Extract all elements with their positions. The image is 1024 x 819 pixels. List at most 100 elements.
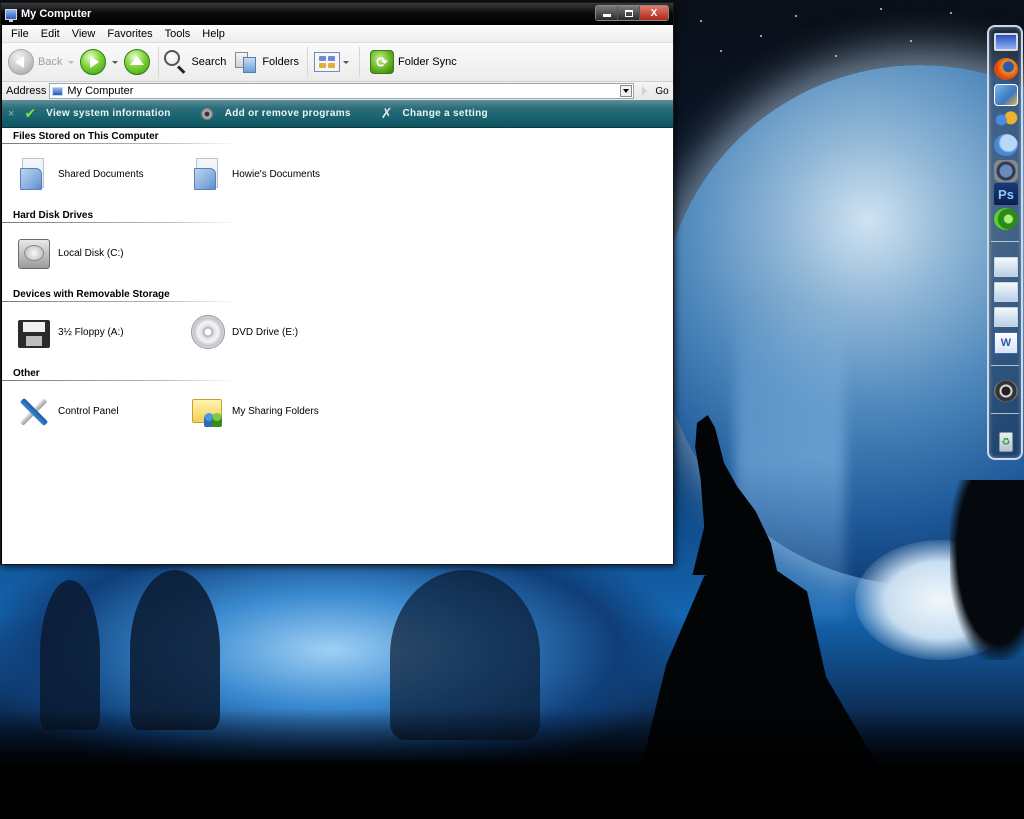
search-label: Search xyxy=(191,56,227,68)
folders-label: Folders xyxy=(262,56,300,68)
dvd-drive-icon xyxy=(190,314,226,350)
item-label: DVD Drive (E:) xyxy=(232,326,299,338)
tree xyxy=(130,570,220,730)
back-label: Back xyxy=(38,56,63,68)
group-header-other: Other xyxy=(13,368,40,379)
cd-icon xyxy=(200,107,213,120)
item-label: Local Disk (C:) xyxy=(58,247,124,259)
task-label: Add or remove programs xyxy=(224,108,351,119)
search-button[interactable]: Search xyxy=(163,49,226,75)
up-arrow-icon xyxy=(130,56,145,65)
system-tasks-bar: × ✔ View system information Add or remov… xyxy=(2,100,673,128)
folder-sync-icon: ⟳ xyxy=(370,50,395,74)
check-icon: ✔ xyxy=(24,105,37,121)
menu-help[interactable]: Help xyxy=(196,28,231,40)
folders-icon xyxy=(234,50,258,74)
dock-msn-messenger-icon[interactable] xyxy=(994,109,1018,131)
dock-music-documents-icon[interactable] xyxy=(994,282,1018,302)
minimize-button[interactable] xyxy=(596,6,618,20)
folders-button[interactable]: Folders xyxy=(234,50,299,74)
task-change-a-setting[interactable]: ✗ Change a setting xyxy=(381,105,488,122)
back-button[interactable]: Back xyxy=(8,49,62,75)
back-arrow-icon xyxy=(8,49,34,75)
title-bar[interactable]: My Computer X xyxy=(1,3,673,25)
go-button[interactable]: Go xyxy=(642,85,669,97)
folder-sync-button[interactable]: ⟳ Folder Sync xyxy=(370,50,457,74)
app-dock: Ps W ♻ xyxy=(987,25,1023,460)
views-button[interactable] xyxy=(314,52,355,72)
my-computer-window: My Computer X File Edit View Favorites T… xyxy=(0,2,674,565)
dock-drum-icon[interactable] xyxy=(994,160,1018,182)
dock-separator xyxy=(991,413,1019,414)
wrench-icon: ✗ xyxy=(380,105,393,121)
dock-green-app-icon[interactable] xyxy=(994,208,1018,230)
address-input[interactable]: My Computer xyxy=(49,83,635,99)
dock-recycle-bin-icon[interactable]: ♻ xyxy=(999,432,1013,452)
toolbar-separator xyxy=(158,47,160,77)
grass-silhouette xyxy=(0,709,1024,819)
item-label: Shared Documents xyxy=(58,168,144,180)
window-title: My Computer xyxy=(21,8,92,20)
task-label: Change a setting xyxy=(402,108,488,119)
item-dvd-drive-e[interactable]: DVD Drive (E:) xyxy=(190,314,298,350)
menu-bar: File Edit View Favorites Tools Help xyxy=(2,25,673,43)
back-history-dropdown[interactable] xyxy=(68,60,75,64)
toolbar-separator xyxy=(307,47,309,77)
address-dropdown-button[interactable] xyxy=(620,85,633,97)
dock-pictures-documents-icon[interactable] xyxy=(994,307,1018,327)
item-label: My Sharing Folders xyxy=(232,405,319,417)
close-icon: X xyxy=(650,7,658,19)
views-icon xyxy=(314,52,341,72)
group-divider xyxy=(2,301,237,302)
menu-file[interactable]: File xyxy=(5,28,35,40)
task-label: View system information xyxy=(46,108,171,119)
go-arrow-icon xyxy=(642,86,648,96)
close-button[interactable]: X xyxy=(640,6,668,20)
task-add-remove-programs[interactable]: Add or remove programs xyxy=(200,107,351,120)
caption-buttons: X xyxy=(595,5,669,21)
views-dropdown-arrow xyxy=(343,60,350,64)
item-local-disk-c[interactable]: Local Disk (C:) xyxy=(16,235,124,271)
item-floppy-a[interactable]: 3½ Floppy (A:) xyxy=(16,314,124,350)
my-computer-icon xyxy=(5,8,17,22)
forward-history-dropdown[interactable] xyxy=(112,60,119,64)
dock-photoshop-icon[interactable]: Ps xyxy=(994,183,1018,205)
close-tasks-icon[interactable]: × xyxy=(8,108,14,120)
chevron-down-icon xyxy=(623,89,630,93)
menu-edit[interactable]: Edit xyxy=(35,28,66,40)
my-computer-icon xyxy=(52,86,64,96)
dock-my-computer-icon[interactable] xyxy=(994,33,1018,51)
maximize-icon xyxy=(624,9,633,17)
item-label: 3½ Floppy (A:) xyxy=(58,326,124,338)
menu-view[interactable]: View xyxy=(66,28,102,40)
floppy-icon xyxy=(16,314,52,350)
minimize-icon xyxy=(602,14,611,17)
dock-separator xyxy=(991,241,1019,242)
menu-favorites[interactable]: Favorites xyxy=(101,28,158,40)
file-view: Files Stored on This Computer Shared Doc… xyxy=(2,128,673,564)
group-divider xyxy=(2,380,237,381)
dock-word-icon[interactable]: W xyxy=(994,332,1018,354)
item-control-panel[interactable]: Control Panel xyxy=(16,393,119,429)
item-shared-documents[interactable]: Shared Documents xyxy=(16,156,144,192)
group-divider xyxy=(2,222,237,223)
menu-tools[interactable]: Tools xyxy=(159,28,197,40)
dock-firefox-icon[interactable] xyxy=(994,58,1018,80)
forward-button[interactable] xyxy=(80,49,107,75)
dock-linux-documents-icon[interactable] xyxy=(994,257,1018,277)
address-label: Address xyxy=(6,85,47,97)
maximize-button[interactable] xyxy=(618,6,640,20)
item-howies-documents[interactable]: Howie's Documents xyxy=(190,156,320,192)
go-label: Go xyxy=(655,85,669,97)
item-label: Control Panel xyxy=(58,405,119,417)
task-view-system-information[interactable]: ✔ View system information xyxy=(24,105,170,122)
group-header-files-stored: Files Stored on This Computer xyxy=(13,131,159,142)
address-bar: Address My Computer Go xyxy=(2,82,673,100)
dock-ring-app-icon[interactable] xyxy=(994,380,1018,402)
tree xyxy=(950,480,1024,660)
item-my-sharing-folders[interactable]: My Sharing Folders xyxy=(190,393,319,429)
dock-aim-icon[interactable] xyxy=(994,134,1018,156)
toolbar-separator xyxy=(359,47,361,77)
up-button[interactable] xyxy=(124,49,151,75)
dock-photo-gallery-icon[interactable] xyxy=(994,84,1018,106)
